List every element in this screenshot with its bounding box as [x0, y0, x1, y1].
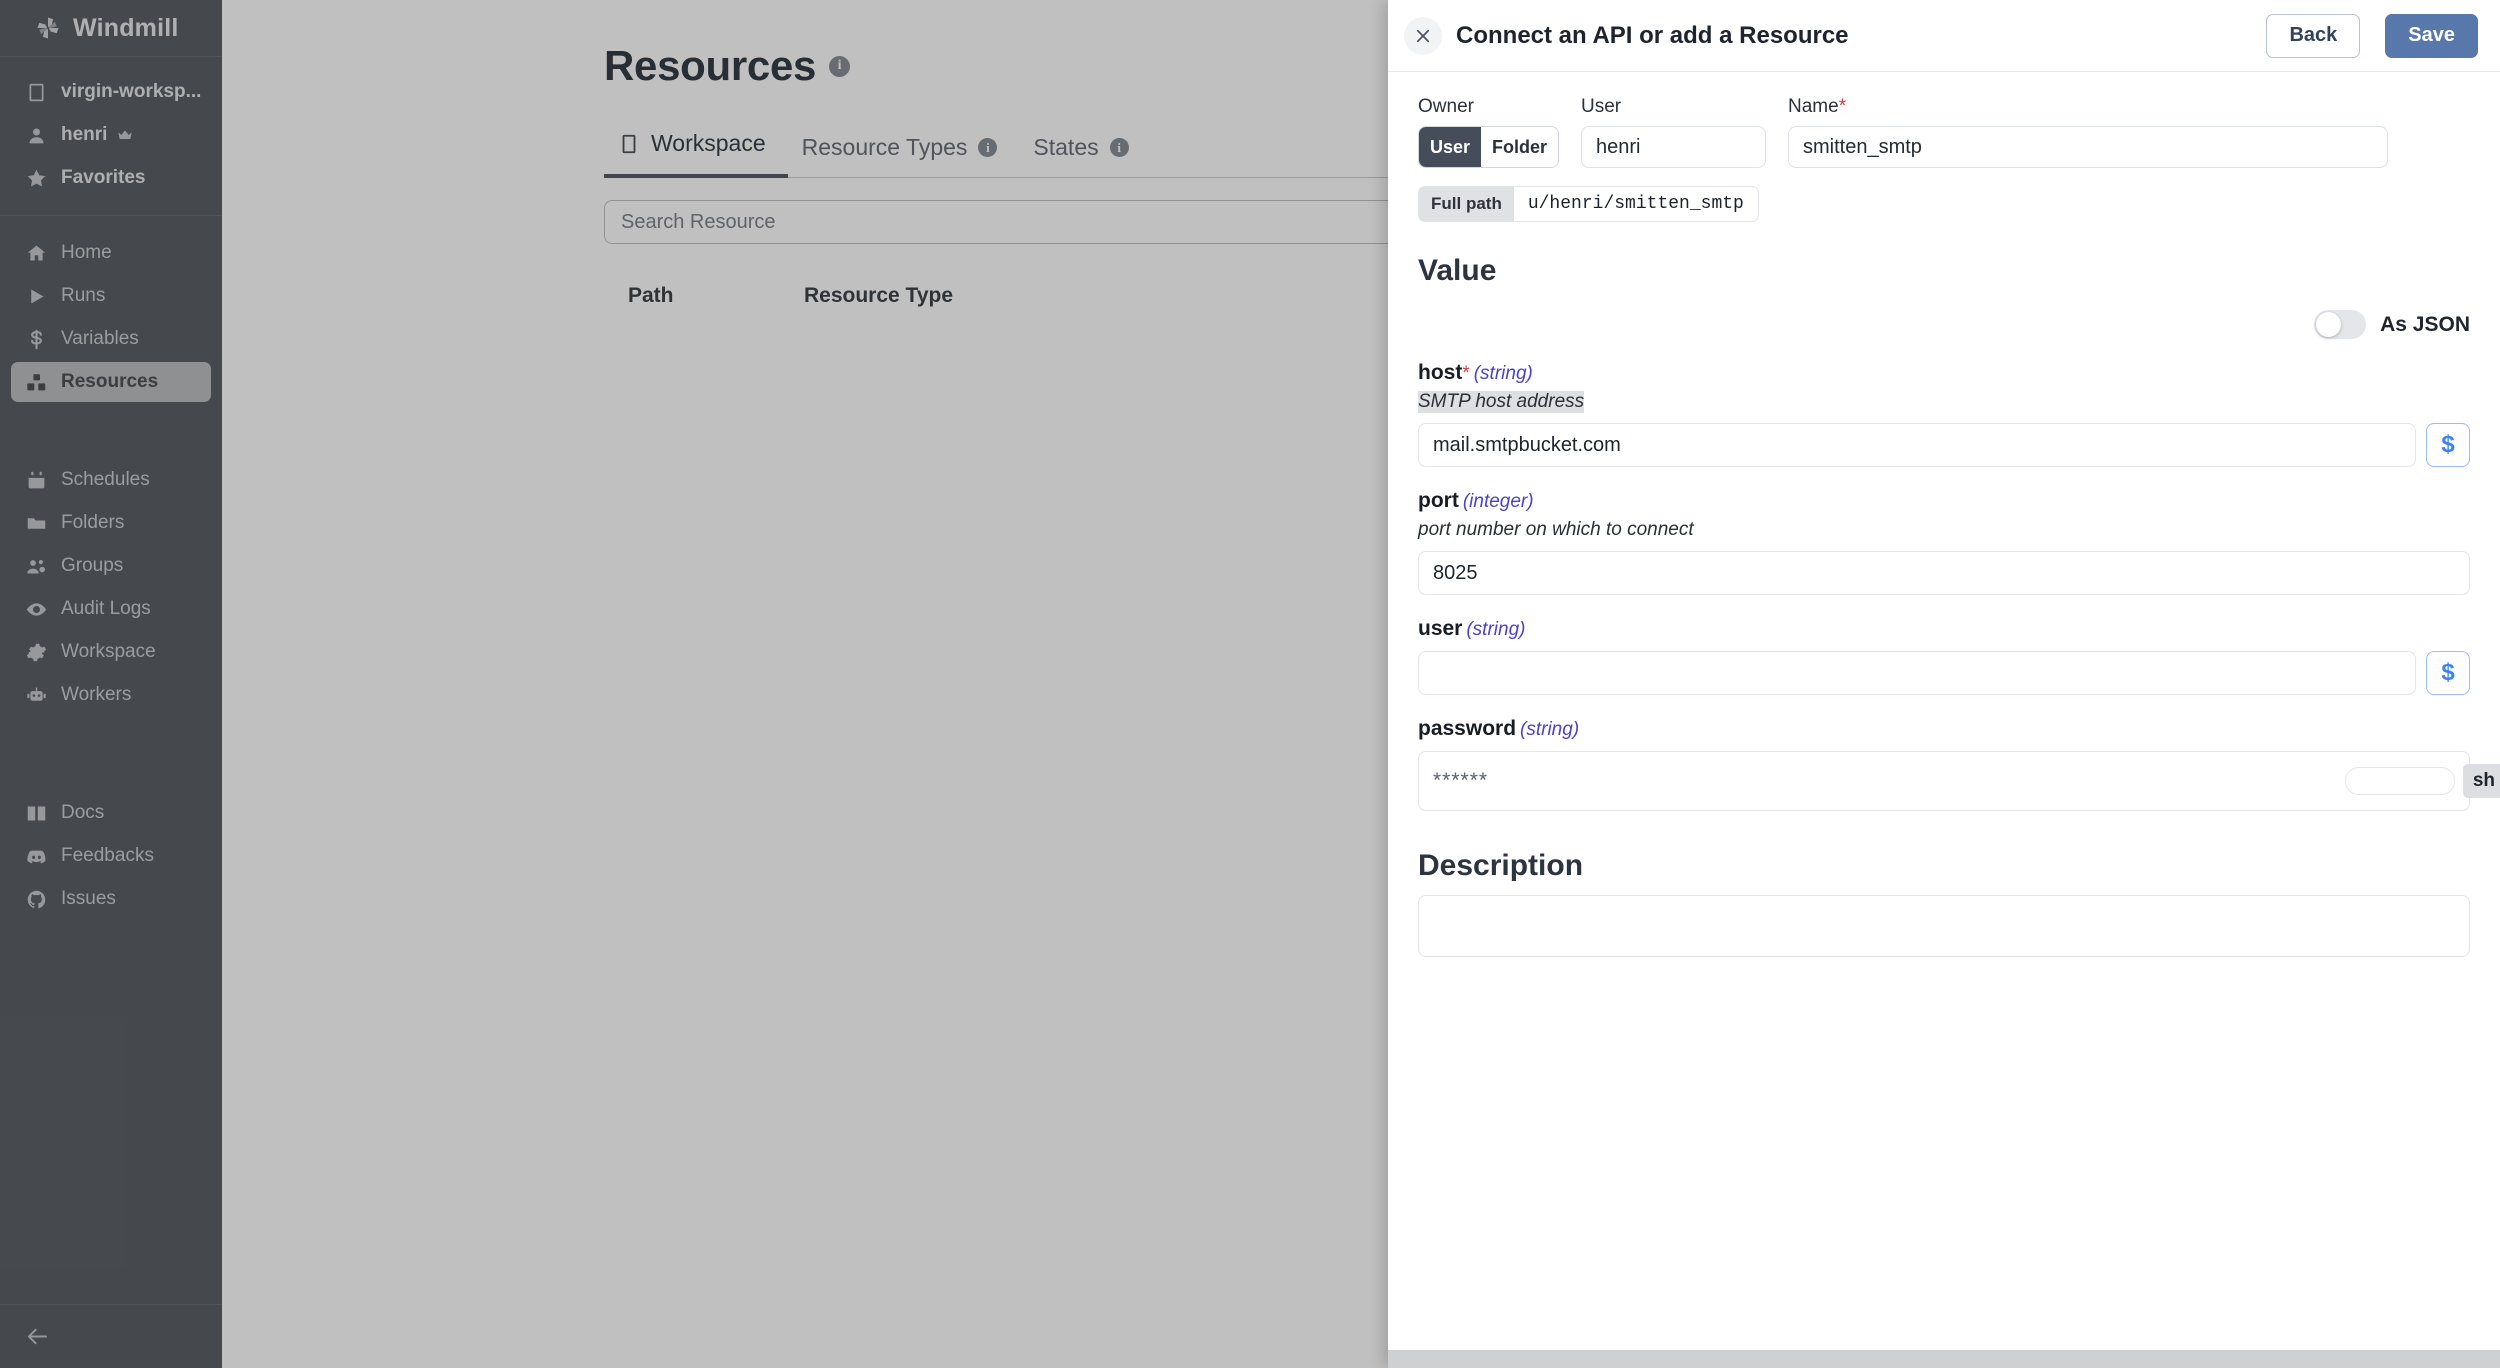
app-root: Windmill virgin-worksp... henri Favorite…: [0, 0, 2500, 1368]
field-port-name: port: [1418, 489, 1459, 512]
field-password-name: password: [1418, 717, 1517, 740]
as-json-toggle[interactable]: [2314, 310, 2367, 339]
drawer-body: Owner User Folder User Name*: [1388, 72, 2500, 1350]
back-button[interactable]: Back: [2266, 13, 2361, 58]
field-host: host*(string) SMTP host address $: [1418, 361, 2470, 467]
drawer-title: Connect an API or add a Resource: [1456, 21, 1849, 49]
field-user-input[interactable]: [1418, 651, 2416, 695]
save-button[interactable]: Save: [2385, 13, 2478, 58]
field-port-description: port number on which to connect: [1418, 519, 1694, 540]
owner-option-folder[interactable]: Folder: [1481, 127, 1558, 167]
field-user-input-row: $: [1418, 651, 2470, 695]
name-label-text: Name: [1788, 96, 1839, 117]
owner-field: Owner User Folder: [1418, 96, 1559, 168]
owner-toggle-group: User Folder: [1418, 126, 1559, 168]
value-section-title: Value: [1418, 254, 1497, 287]
user-field: User: [1581, 96, 1766, 168]
close-button[interactable]: [1404, 16, 1442, 55]
field-user: user (string) $: [1418, 617, 2470, 695]
field-host-header: host* (string): [1418, 361, 2470, 385]
required-asterisk: *: [1838, 96, 1847, 117]
field-user-type: (string): [1466, 619, 1526, 640]
owner-option-user[interactable]: User: [1419, 127, 1482, 167]
name-label: Name*: [1788, 96, 2388, 118]
field-user-header: user (string): [1418, 617, 2470, 641]
field-password-header: password (string): [1418, 717, 2470, 741]
required-asterisk: *: [1462, 363, 1470, 384]
field-port: port (integer) port number on which to co…: [1418, 489, 2470, 595]
field-password-show-tooltip[interactable]: sh: [2462, 764, 2500, 798]
full-path-value: u/henri/smitten_smtp: [1513, 187, 1758, 221]
name-input[interactable]: [1788, 126, 2388, 168]
drawer-footer: [1388, 1350, 2500, 1368]
drawer-header: Connect an API or add a Resource Back Sa…: [1388, 0, 2500, 72]
field-password-type: (string): [1520, 719, 1580, 740]
as-json-label: As JSON: [2380, 312, 2470, 336]
field-user-variable-button[interactable]: $: [2426, 651, 2470, 695]
field-user-name: user: [1418, 617, 1463, 640]
field-password-input-row[interactable]: ****** sh: [1418, 751, 2500, 811]
full-path-display: Full path u/henri/smitten_smtp: [1418, 186, 1759, 222]
field-host-type: (string): [1473, 363, 1533, 384]
description-section-title: Description: [1418, 849, 1584, 882]
field-password-inner-control[interactable]: [2345, 767, 2455, 795]
toggle-knob: [2316, 312, 2342, 337]
field-host-name: host: [1418, 361, 1463, 384]
name-field: Name*: [1788, 96, 2388, 168]
field-port-type: (integer): [1462, 491, 1534, 512]
field-port-input[interactable]: [1418, 551, 2470, 595]
field-password-input[interactable]: ******: [1433, 769, 1488, 793]
close-icon: [1416, 29, 1430, 42]
owner-label: Owner: [1418, 96, 1474, 117]
description-textarea[interactable]: [1418, 895, 2470, 957]
as-json-row: As JSON: [1418, 310, 2470, 339]
resource-drawer: Connect an API or add a Resource Back Sa…: [1388, 0, 2500, 1368]
field-host-input-row: $: [1418, 423, 2470, 467]
field-port-input-row: [1418, 551, 2470, 595]
field-host-input[interactable]: [1418, 423, 2416, 467]
field-host-description: SMTP host address: [1418, 391, 1585, 413]
meta-row: Owner User Folder User Name*: [1418, 96, 2470, 168]
field-password: password (string) ****** sh: [1418, 717, 2500, 811]
field-host-variable-button[interactable]: $: [2426, 423, 2470, 467]
full-path-tag: Full path: [1419, 187, 1514, 221]
field-port-header: port (integer): [1418, 489, 2470, 513]
user-input[interactable]: [1581, 126, 1766, 168]
user-label: User: [1581, 96, 1622, 117]
